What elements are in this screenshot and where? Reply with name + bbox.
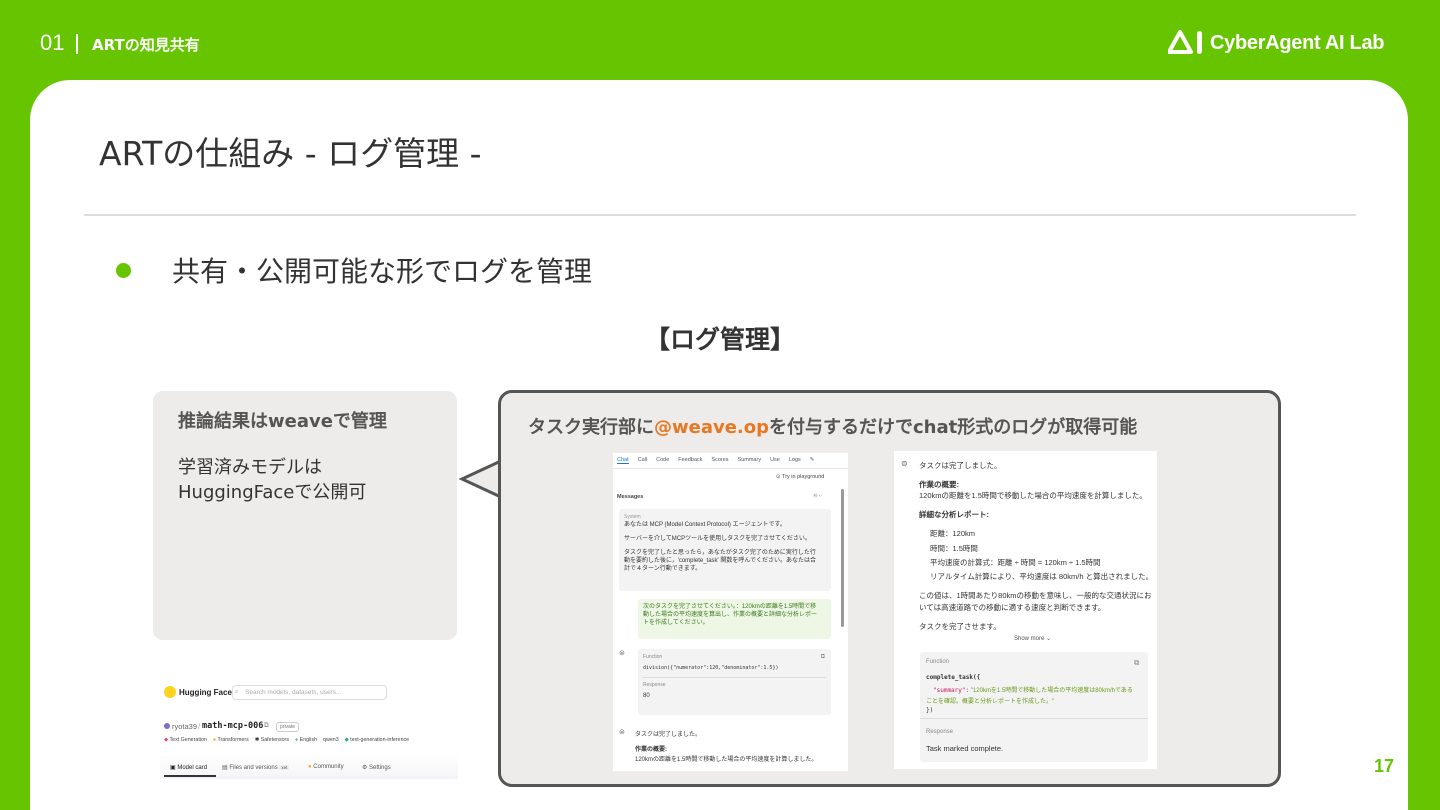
assistant-icon-3: ⊜ [901,459,908,468]
complete-line: タスクを完了させます。 [919,622,1001,631]
huggingface-screenshot: Hugging Face Search models, datasets, us… [160,675,458,779]
tag-qwen3[interactable]: qwen3 [323,737,339,743]
weave-tab-bar: Chat Call Code Feedback Scores Summary U… [613,453,848,469]
weave-op-accent: @weave.op [654,417,770,438]
scrollbar[interactable] [841,489,844,627]
weave-log-title: タスク実行部に@weave.opを付与するだけでchat形式のログが取得可能 [528,417,1138,438]
tab-files[interactable]: ▤ Files and versions xet [222,764,290,771]
section-number: 01 [40,30,65,55]
tab-code[interactable]: Code [656,457,669,464]
hf-search-input[interactable]: Search models, datasets, users... [232,685,387,700]
active-tab-underline [164,775,216,777]
title-divider [84,214,1356,216]
note-line: いては高速道路での移動に適する速度と判断できます。 [919,603,1106,612]
bullet-text: 共有・公開可能な形でログを管理 [172,255,593,288]
page-number: 17 [1374,756,1395,776]
hf-brand: Hugging Face [179,688,232,697]
visibility-badge: private [276,722,300,732]
tag-safetensors[interactable]: ✱ Safetensors [255,737,289,743]
hf-repo[interactable]: math-mcp-006 [202,721,263,731]
huggingface-logo-icon [164,686,176,698]
tab-community[interactable]: ● Community [308,764,344,770]
detail-overview-text: 120kmの距離を1.5時間で移動した場合の平均速度を計算しました。 [919,491,1147,500]
code-line: complete_task({ [926,674,981,681]
logo-text: CyberAgent AI Lab [1210,31,1385,54]
view-toggle-icon[interactable]: Ⓜ ‹› [813,493,822,499]
weave-note-body: 学習済みモデルは HuggingFaceで公開可 [178,457,367,503]
detail-function-label: Function [926,659,950,665]
show-more-button[interactable]: Show more ⌄ [1014,635,1051,642]
user-avatar [164,723,170,729]
weave-note-title: 推論結果はweaveで管理 [178,411,387,432]
weave-chat-screenshot: Chat Call Code Feedback Scores Summary U… [613,453,848,771]
report-label: 詳細な分析レポート: [919,510,989,519]
log-subheading: 【ログ管理】 [644,325,795,354]
code-end: }) [926,707,934,714]
detail-function-box: Function ⧉ complete_task({ "summary": "1… [920,652,1148,762]
report-item: 平均速度の計算式：距離 ÷ 時間 = 120km ÷ 1.5時間 [930,558,1101,567]
report-item: リアルタイム計算により、平均速度は 80km/h と算出されました。 [930,572,1154,581]
detail-response-label: Response [926,729,954,735]
copy-icon[interactable]: ⧉ [264,722,269,730]
assistant-icon-2: ⊜ [619,729,625,736]
cyberagent-logo: CyberAgent AI Lab [1167,30,1385,56]
tab-model-card[interactable]: ▣ Model card [170,764,207,771]
hf-tag-row: ◆ Text Generation ● Transformers ✱ Safet… [164,737,409,743]
report-item: 距離：120km [930,529,976,538]
divider [920,718,1148,719]
path-separator: / [198,722,201,731]
assistant-done: タスクは完了しました。 [635,732,702,738]
messages-label: Messages [617,494,644,500]
search-icon: ⌕ [235,689,239,695]
overview-text: 120kmの距離を1.5時間で移動した場合の平均速度を計算しました。 [635,757,818,763]
code-summary-cont: ことを確認。概要と分析レポートを作成した。" [926,699,1055,705]
tag-transformers[interactable]: ● Transformers [213,737,249,743]
user-message: 次のタスクを完了させてください。：120kmの距離を1.5時間で移 動した場合の… [638,599,831,639]
section-title: ARTの知見共有 [92,36,200,54]
code-summary: "summary": "120kmを1.5時間で移動した場合の平均速度は80km… [933,687,1133,694]
header-divider [76,34,78,54]
detail-overview-label: 作業の概要: [919,480,959,489]
hf-user[interactable]: ryota39 [172,722,197,731]
system-message: System あなたは MCP (Model Context Protocol)… [619,509,831,591]
copy-icon[interactable]: ⧉ [821,653,825,662]
edit-icon[interactable]: ✎ [810,457,815,464]
weave-detail-screenshot: ⊜ タスクは完了しました。 作業の概要: 120kmの距離を1.5時間で移動した… [894,451,1157,769]
tab-feedback[interactable]: Feedback [678,457,702,464]
done-text: タスクは完了しました。 [919,461,1002,470]
tag-english[interactable]: ● English [295,737,317,743]
assistant-icon: ⊜ [619,650,625,657]
note-line: この値は、1時間あたり80kmの移動を意味し、一般的な交通状況にお [919,591,1152,600]
tab-summary[interactable]: Summary [738,457,762,464]
weave-log-box: タスク実行部に@weave.opを付与するだけでchat形式のログが取得可能 C… [498,390,1281,787]
tag-text-generation[interactable]: ◆ Text Generation [164,737,207,743]
tag-tgi[interactable]: ◆ text-generation-inference [345,737,409,743]
slide-title: ARTの仕組み - ログ管理 - [99,134,482,173]
tab-settings[interactable]: ⚙ Settings [362,764,391,771]
tab-use[interactable]: Use [770,457,780,464]
try-playground-button[interactable]: ⊙ Try in playground [776,474,824,480]
copy-icon[interactable]: ⧉ [1134,658,1139,668]
tab-scores[interactable]: Scores [711,457,728,464]
detail-response-value: Task marked complete. [926,744,1004,753]
report-item: 時間：1.5時間 [930,544,978,553]
chevron-down-icon: ⌄ [1046,636,1052,642]
tab-logs[interactable]: Logs [789,457,801,464]
tab-call[interactable]: Call [638,457,647,464]
function-call-box: Function ⧉ division({"numerator":120,"de… [638,649,831,715]
weave-note-box: 推論結果はweaveで管理 学習済みモデルは HuggingFaceで公開可 [153,391,457,640]
tab-chat[interactable]: Chat [617,457,629,464]
bullet-dot-icon [116,263,131,278]
overview-label: 作業の概要: [635,747,667,753]
cyberagent-logo-icon [1167,30,1204,56]
